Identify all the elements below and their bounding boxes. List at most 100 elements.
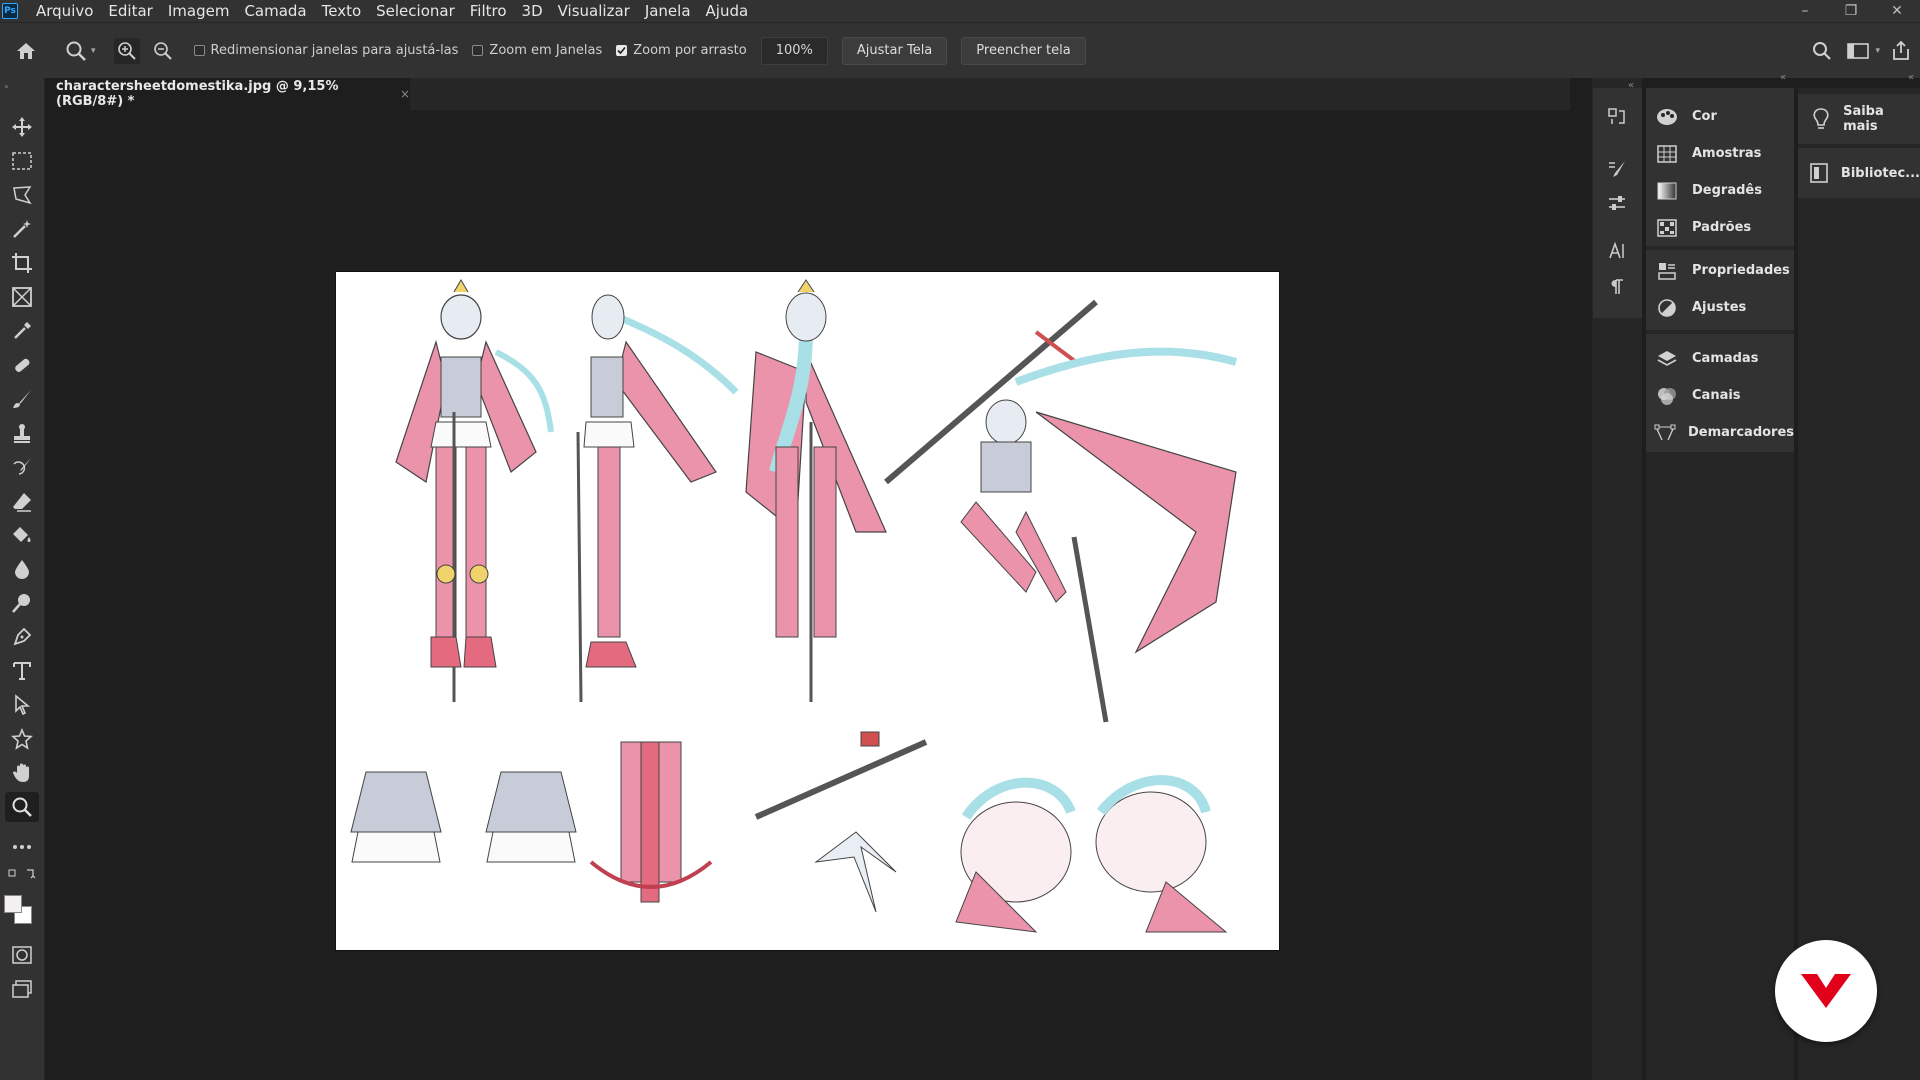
figure-action — [884, 299, 1238, 723]
history-brush-tool[interactable] — [5, 452, 39, 482]
panel-cor[interactable]: Cor — [1646, 98, 1794, 135]
restore-button[interactable]: ❐ — [1828, 3, 1874, 19]
panel-label: Propriedades — [1692, 263, 1790, 278]
zoom-out-icon — [153, 41, 172, 60]
close-button[interactable]: ✕ — [1874, 3, 1920, 19]
menu-ajuda[interactable]: Ajuda — [704, 2, 751, 20]
more-tools-button[interactable] — [5, 832, 39, 862]
move-tool[interactable] — [5, 112, 39, 142]
collapse-arrow-icon[interactable]: « — [1780, 72, 1786, 83]
panel-group-properties: Propriedades Ajustes — [1646, 250, 1794, 330]
zoom-tool-preset-button[interactable] — [63, 38, 89, 64]
panel-amostras[interactable]: Amostras — [1646, 135, 1794, 172]
learn-panel-column: « Saiba mais Bibliotec... — [1798, 72, 1920, 1080]
healing-brush-tool[interactable] — [5, 350, 39, 380]
chevron-down-icon[interactable]: ▾ — [1875, 46, 1880, 56]
foreground-color-swatch[interactable] — [4, 895, 22, 913]
photoshop-logo: Ps — [2, 3, 18, 19]
menu-selecionar[interactable]: Selecionar — [374, 2, 457, 20]
resize-windows-checkbox[interactable]: Redimensionar janelas para ajustá-las — [193, 43, 458, 58]
marquee-tool[interactable] — [5, 146, 39, 176]
menu-filtro[interactable]: Filtro — [468, 2, 509, 20]
zoom-all-windows-label: Zoom em Janelas — [489, 43, 603, 58]
paragraph-icon[interactable] — [1604, 274, 1630, 300]
brush-icon — [13, 390, 31, 408]
panel-propriedades[interactable]: Propriedades — [1646, 252, 1794, 289]
panel-label: Padrões — [1692, 220, 1752, 235]
panel-saiba-mais[interactable]: Saiba mais — [1798, 94, 1920, 144]
libraries-icon — [1808, 160, 1831, 186]
panel-padroes[interactable]: Padrões — [1646, 209, 1794, 246]
screen-mode-button[interactable] — [5, 974, 39, 1004]
zoom-icon — [66, 41, 86, 61]
magic-wand-tool[interactable] — [5, 214, 39, 244]
panel-camadas[interactable]: Camadas — [1646, 340, 1794, 377]
panel-list: « Cor Amostras Degradês Padrões Propried… — [1646, 72, 1794, 1080]
dodge-tool[interactable] — [5, 588, 39, 618]
share-button[interactable] — [1888, 38, 1914, 64]
eyedropper-tool[interactable] — [5, 316, 39, 346]
brush-settings-icon[interactable] — [1604, 156, 1630, 182]
zoom-all-windows-checkbox[interactable]: Zoom em Janelas — [472, 43, 602, 58]
panel-label: Canais — [1692, 388, 1741, 403]
color-swap-controls[interactable] — [5, 864, 39, 882]
zoom-in-button[interactable] — [113, 37, 140, 64]
zoom-icon — [12, 797, 32, 817]
zoom-tool[interactable] — [5, 792, 39, 822]
type-tool[interactable] — [5, 656, 39, 686]
magic-wand-icon — [13, 220, 31, 238]
menu-3d[interactable]: 3D — [520, 2, 545, 20]
home-button[interactable] — [13, 38, 39, 64]
options-right-tools: ▾ — [1809, 23, 1920, 79]
minimize-button[interactable]: – — [1782, 3, 1828, 19]
history-brush-icon — [13, 458, 31, 475]
hand-tool[interactable] — [5, 758, 39, 788]
menu-texto[interactable]: Texto — [320, 2, 364, 20]
panel-label: Camadas — [1692, 351, 1759, 366]
panel-canais[interactable]: Canais — [1646, 377, 1794, 414]
menu-editar[interactable]: Editar — [106, 2, 154, 20]
menu-janela[interactable]: Janela — [643, 2, 693, 20]
fill-screen-button[interactable]: Preencher tela — [961, 36, 1086, 65]
adjust-sliders-icon[interactable] — [1604, 190, 1630, 216]
paint-bucket-tool[interactable] — [5, 520, 39, 550]
screen-mode-icon — [12, 980, 32, 998]
menu-imagem[interactable]: Imagem — [166, 2, 232, 20]
character-icon[interactable] — [1604, 238, 1630, 264]
armor-details — [350, 731, 928, 913]
custom-shape-tool[interactable] — [5, 724, 39, 754]
chevron-down-icon[interactable]: ▾ — [91, 46, 96, 56]
menu-visualizar[interactable]: Visualizar — [556, 2, 632, 20]
collapse-arrow-icon[interactable]: » — [4, 82, 9, 91]
close-tab-icon[interactable]: × — [400, 87, 410, 101]
zoom-out-button[interactable] — [150, 38, 176, 64]
frame-tool[interactable] — [5, 282, 39, 312]
properties-icon — [1654, 260, 1680, 282]
lasso-tool[interactable] — [5, 180, 39, 210]
panel-ajustes[interactable]: Ajustes — [1646, 289, 1794, 326]
scrubby-zoom-checkbox[interactable]: Zoom por arrasto — [616, 43, 747, 58]
panel-demarcadores[interactable]: Demarcadores — [1646, 414, 1794, 451]
brand-badge — [1775, 940, 1877, 1042]
document-tab[interactable]: charactersheetdomestika.jpg @ 9,15% (RGB… — [45, 78, 410, 110]
canvas-area[interactable] — [45, 110, 1570, 1080]
quick-mask-button[interactable] — [5, 940, 39, 970]
search-button[interactable] — [1809, 38, 1835, 64]
menu-arquivo[interactable]: Arquivo — [34, 2, 95, 20]
panel-bibliotecas[interactable]: Bibliotec... — [1798, 148, 1920, 198]
path-selection-tool[interactable] — [5, 690, 39, 720]
eraser-tool[interactable] — [5, 486, 39, 516]
workspace-button[interactable] — [1845, 38, 1871, 64]
pen-tool[interactable] — [5, 622, 39, 652]
document-canvas[interactable] — [336, 272, 1279, 950]
collapse-arrow-icon[interactable]: « — [1908, 72, 1914, 83]
fit-screen-button[interactable]: Ajustar Tela — [841, 36, 948, 65]
panel-degrades[interactable]: Degradês — [1646, 172, 1794, 209]
clone-stamp-tool[interactable] — [5, 418, 39, 448]
crop-tool[interactable] — [5, 248, 39, 278]
menu-camada[interactable]: Camada — [242, 2, 308, 20]
zoom-value-field[interactable]: 100% — [760, 36, 828, 65]
brush-tool[interactable] — [5, 384, 39, 414]
history-icon[interactable] — [1604, 104, 1630, 130]
blur-tool[interactable] — [5, 554, 39, 584]
